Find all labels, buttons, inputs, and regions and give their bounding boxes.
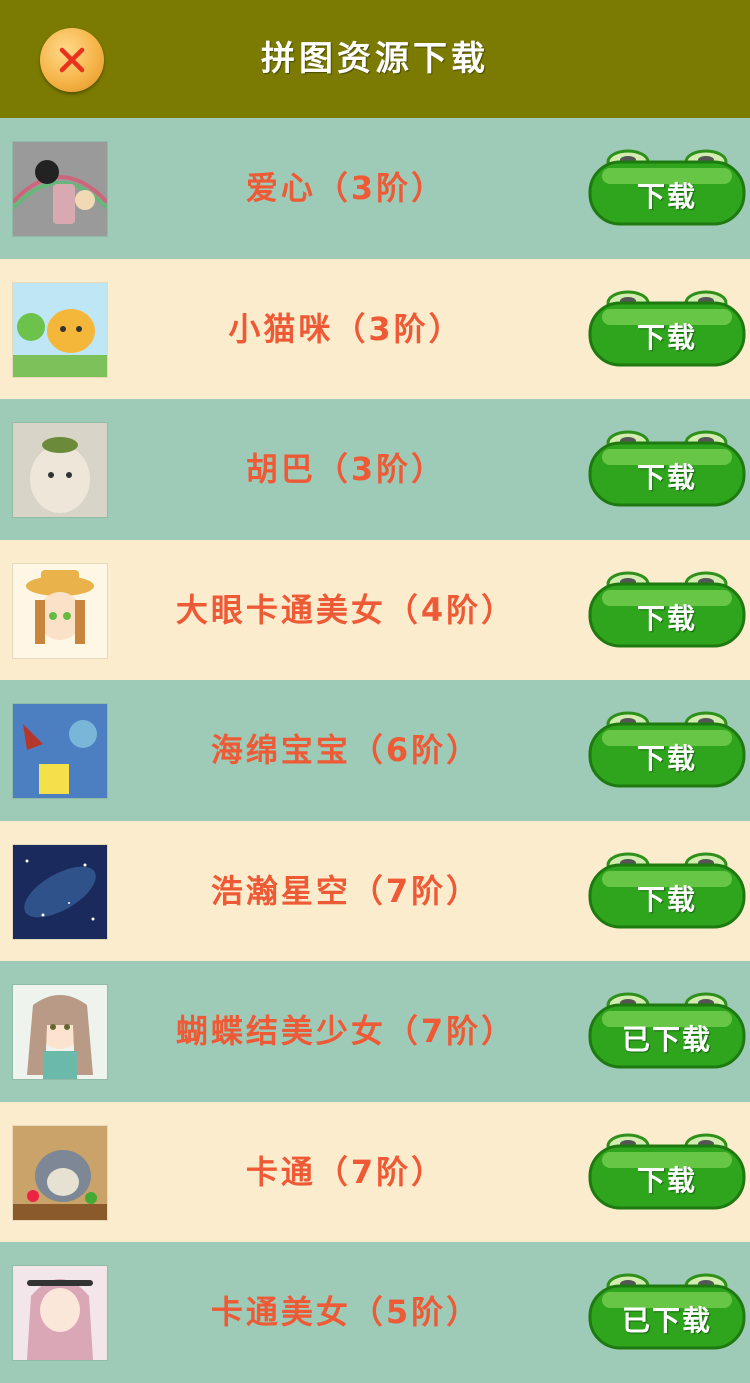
downloaded-button[interactable]: 已下载	[588, 1272, 746, 1352]
downloaded-button-label: 已下载	[621, 1304, 712, 1337]
item-title: 大眼卡通美女（4阶）	[175, 590, 517, 629]
item-title: 爱心（3阶）	[245, 169, 447, 207]
download-button-label: 下载	[636, 180, 697, 213]
page-title: 拼图资源下载	[261, 39, 489, 79]
downloaded-button-label: 已下载	[621, 1023, 712, 1056]
download-button[interactable]: 下载	[588, 289, 746, 369]
download-button[interactable]: 下载	[588, 710, 746, 790]
list-item: 大眼卡通美女（4阶） 下载	[0, 539, 750, 680]
thumbnail-image	[12, 281, 108, 378]
list-item: 卡通（7阶） 下载	[0, 1101, 750, 1242]
list-item: 爱心（3阶） 下载	[0, 118, 750, 259]
list-item: 胡巴（3阶） 下载	[0, 399, 750, 540]
resource-list: 爱心（3阶） 下载 小猫咪（3阶） 下载 胡巴（3阶） 下载 大眼卡通美女（4阶…	[0, 118, 750, 1383]
item-title: 小猫咪（3阶）	[228, 309, 464, 348]
item-title: 卡通美女（5阶）	[210, 1293, 482, 1331]
download-button[interactable]: 下载	[588, 851, 746, 931]
thumbnail-image	[12, 843, 108, 940]
list-item: 卡通美女（5阶） 已下载	[0, 1242, 750, 1383]
list-item: 浩瀚星空（7阶） 下载	[0, 820, 750, 961]
thumbnail-image	[12, 703, 108, 799]
thumbnail-image	[12, 562, 108, 659]
download-button-label: 下载	[636, 882, 697, 916]
list-item: 海绵宝宝（6阶） 下载	[0, 680, 750, 821]
downloaded-button[interactable]: 已下载	[588, 991, 746, 1071]
thumbnail-image	[12, 422, 108, 518]
list-item: 小猫咪（3阶） 下载	[0, 258, 750, 399]
download-button-label: 下载	[636, 320, 697, 354]
download-button-label: 下载	[636, 601, 697, 635]
download-button-label: 下载	[636, 461, 697, 494]
download-button[interactable]: 下载	[588, 1132, 746, 1212]
item-title: 浩瀚星空（7阶）	[210, 871, 482, 910]
download-button-label: 下载	[636, 742, 697, 775]
thumbnail-image	[12, 1265, 108, 1361]
thumbnail-image	[12, 141, 108, 237]
list-item: 蝴蝶结美少女（7阶） 已下载	[0, 961, 750, 1102]
item-title: 卡通（7阶）	[245, 1152, 447, 1191]
item-title: 海绵宝宝（6阶）	[210, 731, 482, 769]
thumbnail-image	[12, 1124, 108, 1221]
item-title: 蝴蝶结美少女（7阶）	[175, 1012, 517, 1050]
header-bar: 拼图资源下载	[0, 0, 750, 118]
download-button[interactable]: 下载	[588, 148, 746, 228]
download-button-label: 下载	[636, 1163, 697, 1197]
thumbnail-image	[12, 984, 108, 1080]
download-button[interactable]: 下载	[588, 429, 746, 509]
item-title: 胡巴（3阶）	[245, 450, 447, 488]
download-button[interactable]: 下载	[588, 570, 746, 650]
